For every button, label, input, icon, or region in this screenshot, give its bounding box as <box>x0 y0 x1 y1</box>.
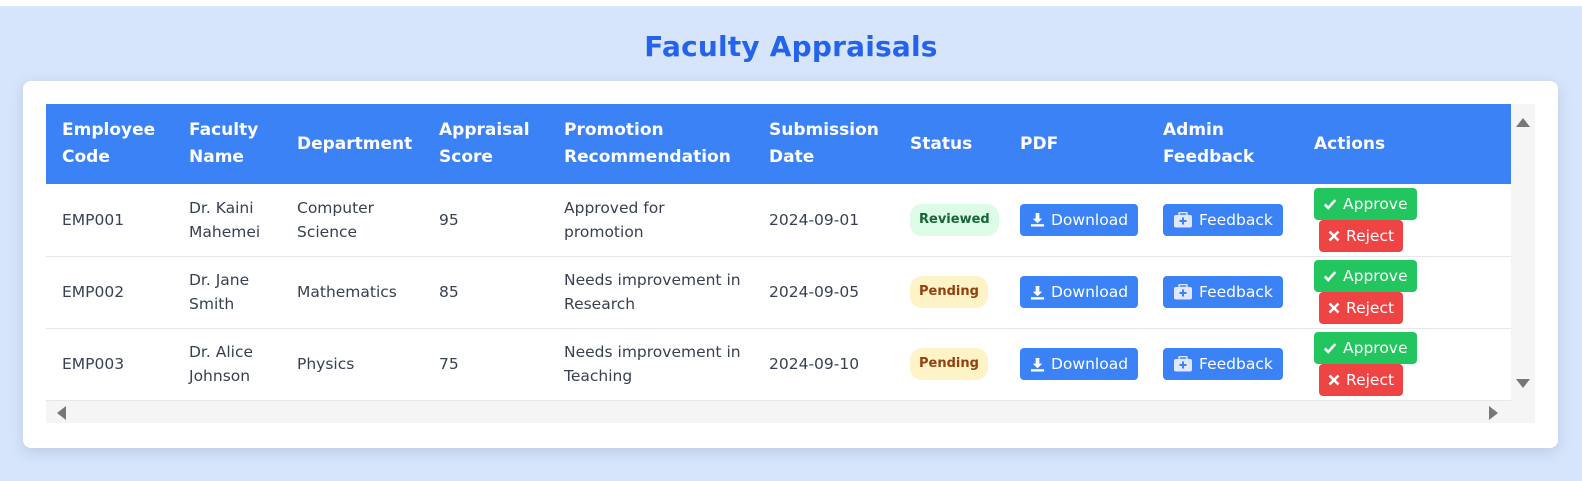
appraisals-card: Employee Code Faculty Name Department Ap… <box>23 81 1558 448</box>
cell-appraisal-score: 85 <box>439 283 459 301</box>
approve-button[interactable]: Approve <box>1314 260 1417 292</box>
status-badge: Pending <box>910 276 988 308</box>
feedback-button[interactable]: Feedback <box>1163 203 1283 236</box>
cell-faculty-name: Dr. Kaini Mahemei <box>189 198 261 241</box>
check-icon <box>1323 197 1337 211</box>
download-button-label: Download <box>1051 210 1129 229</box>
cell-status: Pending <box>894 256 1004 328</box>
cell-status: Pending <box>894 328 1004 400</box>
download-icon <box>1030 212 1045 227</box>
reject-button-label: Reject <box>1346 226 1395 245</box>
x-icon <box>1328 230 1340 242</box>
cell-employee-code: EMP001 <box>62 210 125 229</box>
cell-promotion-recommendation: Needs improvement in Teaching <box>564 343 741 385</box>
cell-admin-feedback: Feedback <box>1147 256 1298 328</box>
feedback-button[interactable]: Feedback <box>1163 276 1283 308</box>
header-status: Status <box>910 133 973 154</box>
cell-department: Mathematics <box>297 283 397 301</box>
check-icon <box>1323 341 1337 355</box>
download-button[interactable]: Download <box>1020 276 1139 308</box>
header-faculty-name: Faculty Name <box>189 120 259 167</box>
cell-appraisal-score: 95 <box>439 210 459 229</box>
header-admin-feedback: Admin Feedback <box>1163 120 1255 167</box>
check-icon <box>1323 269 1337 283</box>
scroll-right-arrow-icon[interactable] <box>1489 406 1498 420</box>
medical-kit-icon <box>1173 356 1193 372</box>
header-submission-date: Submission Date <box>769 120 879 167</box>
cell-admin-feedback: Feedback <box>1147 328 1298 400</box>
scroll-down-arrow-icon[interactable] <box>1516 379 1530 388</box>
feedback-button-label: Feedback <box>1199 210 1273 229</box>
table-row: EMP001 Dr. Kaini Mahemei Computer Scienc… <box>46 184 1511 256</box>
cell-department: Physics <box>297 355 355 373</box>
vertical-scrollbar[interactable] <box>1511 104 1535 401</box>
approve-button-label: Approve <box>1343 267 1408 285</box>
medical-kit-icon <box>1173 284 1193 300</box>
header-department: Department <box>297 133 413 154</box>
approve-button[interactable]: Approve <box>1314 187 1417 220</box>
cell-employee-code: EMP002 <box>62 283 125 301</box>
header-promotion-recommendation: Promotion Recommendation <box>564 120 731 167</box>
reject-button[interactable]: Reject <box>1319 292 1404 324</box>
page-title: Faculty Appraisals <box>644 30 938 63</box>
download-icon <box>1030 285 1045 300</box>
download-icon <box>1030 357 1045 372</box>
horizontal-scrollbar[interactable] <box>46 401 1511 423</box>
medical-kit-icon <box>1173 211 1193 228</box>
cell-pdf: Download <box>1004 184 1147 256</box>
cell-employee-code: EMP003 <box>62 355 125 373</box>
cell-actions: Approve Reject <box>1298 328 1511 400</box>
reject-button-label: Reject <box>1346 299 1395 317</box>
table-row: EMP003 Dr. Alice Johnson Physics 75 Need… <box>46 328 1511 400</box>
status-badge: Pending <box>910 348 988 380</box>
top-strip <box>0 0 1582 6</box>
download-button-label: Download <box>1051 283 1129 301</box>
reject-button[interactable]: Reject <box>1319 219 1404 252</box>
cell-pdf: Download <box>1004 328 1147 400</box>
approve-button[interactable]: Approve <box>1314 332 1417 364</box>
header-employee-code: Employee Code <box>62 120 156 167</box>
header-pdf: PDF <box>1020 133 1059 154</box>
download-button-label: Download <box>1051 355 1129 373</box>
cell-actions: Approve Reject <box>1298 184 1511 256</box>
feedback-button-label: Feedback <box>1199 355 1273 373</box>
x-icon <box>1328 374 1340 386</box>
cell-pdf: Download <box>1004 256 1147 328</box>
table-header-row: Employee Code Faculty Name Department Ap… <box>46 104 1511 184</box>
cell-submission-date: 2024-09-05 <box>769 283 860 301</box>
cell-department: Computer Science <box>297 198 375 241</box>
scroll-up-arrow-icon[interactable] <box>1516 118 1530 127</box>
x-icon <box>1328 302 1340 314</box>
header-actions: Actions <box>1314 133 1386 154</box>
table-scroll-area[interactable]: Employee Code Faculty Name Department Ap… <box>46 104 1511 401</box>
table-row: EMP002 Dr. Jane Smith Mathematics 85 Nee… <box>46 256 1511 328</box>
cell-faculty-name: Dr. Alice Johnson <box>189 343 254 385</box>
cell-faculty-name: Dr. Jane Smith <box>189 271 250 313</box>
approve-button-label: Approve <box>1343 194 1408 213</box>
cell-submission-date: 2024-09-01 <box>769 210 860 229</box>
cell-promotion-recommendation: Needs improvement in Research <box>564 271 741 313</box>
cell-submission-date: 2024-09-10 <box>769 355 860 373</box>
download-button[interactable]: Download <box>1020 203 1139 236</box>
cell-actions: Approve Reject <box>1298 256 1511 328</box>
feedback-button-label: Feedback <box>1199 283 1273 301</box>
cell-status: Reviewed <box>894 184 1004 256</box>
cell-admin-feedback: Feedback <box>1147 184 1298 256</box>
reject-button[interactable]: Reject <box>1319 364 1404 396</box>
scrollbar-corner <box>1511 401 1535 423</box>
download-button[interactable]: Download <box>1020 348 1139 380</box>
cell-appraisal-score: 75 <box>439 355 459 373</box>
reject-button-label: Reject <box>1346 371 1395 389</box>
appraisals-table: Employee Code Faculty Name Department Ap… <box>46 104 1511 401</box>
approve-button-label: Approve <box>1343 339 1408 357</box>
status-badge: Reviewed <box>910 203 999 236</box>
feedback-button[interactable]: Feedback <box>1163 348 1283 380</box>
scroll-left-arrow-icon[interactable] <box>57 406 66 420</box>
cell-promotion-recommendation: Approved for promotion <box>564 198 665 241</box>
header-appraisal-score: Appraisal Score <box>439 120 530 167</box>
